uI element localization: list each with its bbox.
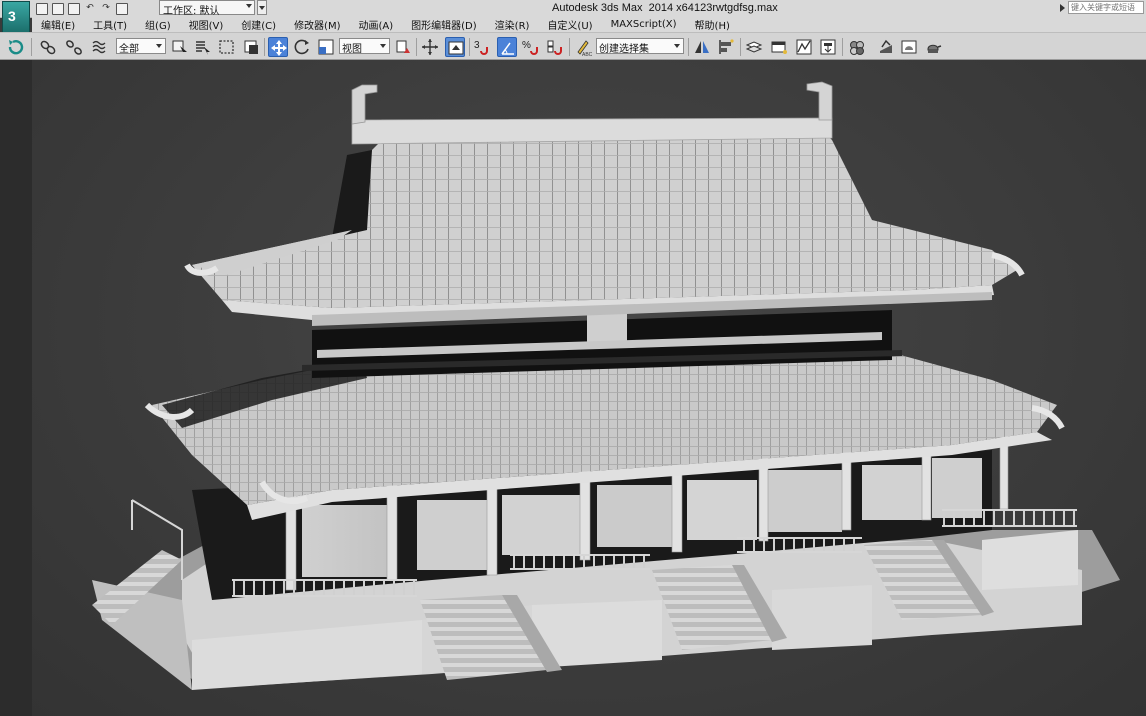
mirror-icon[interactable] — [692, 37, 712, 57]
redo-icon[interactable]: ↷ — [100, 3, 112, 15]
perspective-viewport[interactable] — [32, 60, 1146, 716]
menu-maxscript[interactable]: MAXScript(X) — [602, 19, 686, 30]
unlink-icon[interactable] — [64, 37, 84, 57]
toolbar-separator — [569, 38, 570, 56]
align-icon[interactable] — [716, 37, 736, 57]
main-toolbar: 全部 视图 3 % ABC 创建选择集 — [0, 32, 1146, 60]
menu-tools[interactable]: 工具(T) — [84, 17, 136, 32]
upper-roof — [184, 81, 1025, 326]
menu-create[interactable]: 创建(C) — [232, 17, 285, 32]
toolbar-separator — [416, 38, 417, 56]
curve-editor-icon[interactable] — [794, 37, 814, 57]
left-panel-strip — [0, 60, 32, 716]
menu-group[interactable]: 组(G) — [136, 17, 180, 32]
select-move-icon[interactable] — [268, 37, 288, 57]
title-bar: ↶ ↷ 工作区: 默认 Autodesk 3ds Max 2014 x64 12… — [0, 0, 1146, 18]
pivot-center-icon[interactable] — [393, 37, 413, 57]
svg-text:%: % — [522, 40, 531, 51]
select-rotate-icon[interactable] — [292, 37, 312, 57]
menu-bar: 编辑(E) 工具(T) 组(G) 视图(V) 创建(C) 修改器(M) 动画(A… — [32, 17, 1146, 32]
selection-filter-value: 全部 — [119, 44, 139, 55]
temple-model-render — [92, 81, 1120, 690]
schematic-view-icon[interactable] — [818, 37, 838, 57]
chevron-down-icon — [674, 44, 680, 48]
rendered-frame-window-icon[interactable] — [899, 37, 919, 57]
undo-scene-icon[interactable] — [6, 37, 26, 57]
menu-edit[interactable]: 编辑(E) — [32, 17, 84, 32]
selection-filter-dropdown[interactable]: 全部 — [116, 38, 166, 55]
svg-text:ABC: ABC — [582, 52, 593, 57]
workspace-options-button[interactable] — [257, 0, 267, 15]
menu-animation[interactable]: 动画(A) — [350, 17, 403, 32]
render-production-icon[interactable] — [923, 37, 943, 57]
quick-access-toolbar: ↶ ↷ — [36, 2, 128, 15]
toolbar-separator — [469, 38, 470, 56]
undo-icon[interactable]: ↶ — [84, 3, 96, 15]
menu-views[interactable]: 视图(V) — [180, 17, 233, 32]
menu-graph-editors[interactable]: 图形编辑器(D) — [402, 17, 486, 32]
window-title: Autodesk 3ds Max 2014 x64 — [552, 2, 694, 14]
toolbar-separator — [264, 38, 265, 56]
svg-text:3: 3 — [474, 40, 480, 51]
chevron-down-icon — [259, 6, 265, 10]
menu-help[interactable]: 帮助(H) — [686, 17, 739, 32]
infocenter-search — [1058, 0, 1146, 16]
chevron-down-icon — [156, 44, 162, 48]
toolbar-separator — [688, 38, 689, 56]
menu-customize[interactable]: 自定义(U) — [538, 17, 601, 32]
app-window: ↶ ↷ 工作区: 默认 Autodesk 3ds Max 2014 x64 12… — [0, 0, 1146, 716]
graphite-ribbon-icon[interactable] — [769, 37, 789, 57]
named-selection-dropdown[interactable]: 创建选择集 — [596, 38, 684, 55]
expand-arrow-icon[interactable] — [1060, 4, 1065, 12]
render-setup-icon[interactable] — [876, 37, 896, 57]
edit-named-selection-icon[interactable]: ABC — [573, 37, 593, 57]
snap-toggle-icon[interactable]: 3 — [472, 37, 492, 57]
bind-space-warp-icon[interactable] — [90, 37, 110, 57]
menu-modifiers[interactable]: 修改器(M) — [285, 17, 349, 32]
new-file-icon[interactable] — [36, 2, 48, 15]
select-by-name-icon[interactable] — [193, 37, 213, 57]
layer-manager-icon[interactable] — [744, 37, 764, 57]
save-file-icon[interactable] — [68, 2, 80, 15]
select-scale-icon[interactable] — [316, 37, 336, 57]
percent-snap-icon[interactable]: % — [521, 37, 541, 57]
toolbar-separator — [740, 38, 741, 56]
menu-rendering[interactable]: 渲染(R) — [486, 17, 539, 32]
chevron-down-icon — [246, 4, 252, 8]
search-input[interactable] — [1068, 1, 1144, 14]
material-editor-icon[interactable] — [847, 37, 867, 57]
select-manipulate-icon[interactable] — [420, 37, 440, 57]
keyboard-shortcut-icon[interactable] — [445, 37, 465, 57]
reference-coordinate-dropdown[interactable]: 视图 — [339, 38, 390, 55]
3ds-max-logo-icon[interactable]: 3 — [2, 1, 30, 33]
toolbar-separator — [31, 38, 32, 56]
chevron-down-icon — [380, 44, 386, 48]
window-crossing-icon[interactable] — [241, 37, 261, 57]
toolbar-separator — [842, 38, 843, 56]
spinner-snap-icon[interactable] — [545, 37, 565, 57]
angle-snap-icon[interactable] — [497, 37, 517, 57]
rectangular-region-icon[interactable] — [217, 37, 237, 57]
workspace-dropdown[interactable]: 工作区: 默认 — [159, 0, 255, 17]
window-filename: 123rwtgdfsg.max — [694, 2, 778, 14]
select-object-icon[interactable] — [170, 37, 190, 57]
named-selection-value: 创建选择集 — [599, 44, 649, 55]
project-folder-icon[interactable] — [116, 2, 128, 15]
open-file-icon[interactable] — [52, 2, 64, 15]
workspace-label: 工作区: 默认 — [163, 6, 220, 17]
link-icon[interactable] — [38, 37, 58, 57]
reference-coordinate-value: 视图 — [342, 44, 362, 55]
